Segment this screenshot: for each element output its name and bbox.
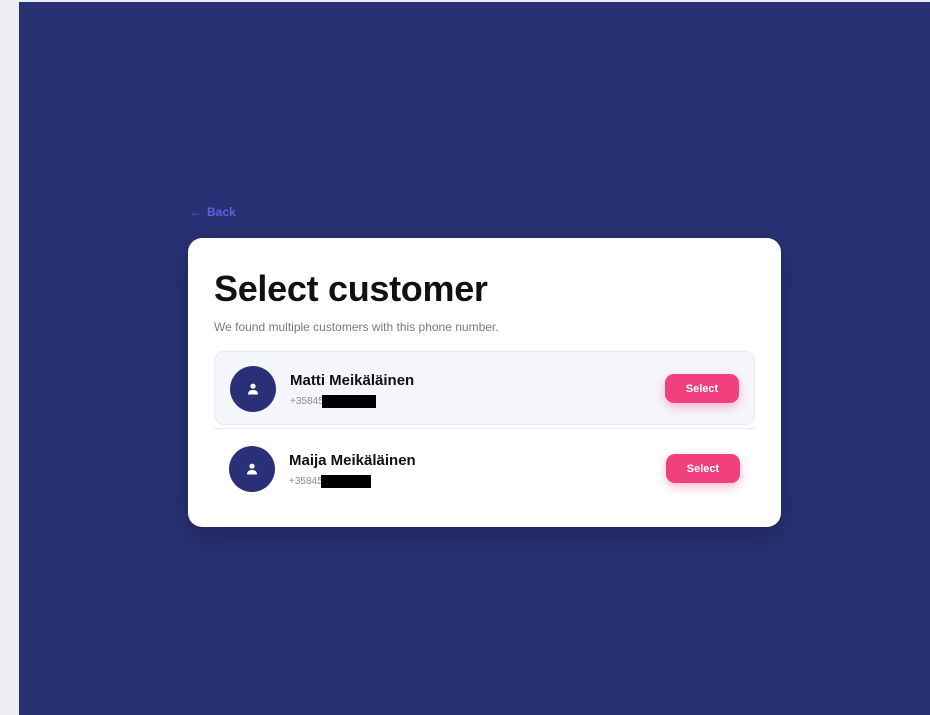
- customer-row[interactable]: Matti Meikäläinen +35845 Select: [214, 351, 755, 425]
- customer-name: Maija Meikäläinen: [289, 452, 416, 469]
- row-divider: [214, 428, 755, 429]
- phone-prefix: +35845: [289, 476, 323, 487]
- select-customer-card: Select customer We found multiple custom…: [188, 238, 781, 527]
- phone-prefix: +35845: [290, 396, 324, 407]
- phone-redaction: [320, 475, 371, 488]
- page-subtitle: We found multiple customers with this ph…: [214, 320, 499, 334]
- back-link[interactable]: ← Back: [190, 205, 236, 219]
- person-icon: [248, 383, 258, 395]
- person-icon: [247, 463, 257, 475]
- customer-phone: +35845: [289, 475, 371, 488]
- page-background: ← Back Select customer We found multiple…: [19, 2, 930, 715]
- arrow-left-icon: ←: [190, 205, 202, 219]
- select-button[interactable]: Select: [666, 454, 740, 483]
- customer-row[interactable]: Maija Meikäläinen +35845 Select: [214, 432, 755, 506]
- customer-name: Matti Meikäläinen: [290, 372, 415, 389]
- avatar: [229, 446, 275, 492]
- avatar: [230, 366, 276, 412]
- phone-redaction: [321, 395, 376, 408]
- customer-phone: +35845: [290, 395, 376, 408]
- back-label: Back: [207, 205, 236, 219]
- page-title: Select customer: [214, 268, 488, 309]
- select-button[interactable]: Select: [665, 374, 739, 403]
